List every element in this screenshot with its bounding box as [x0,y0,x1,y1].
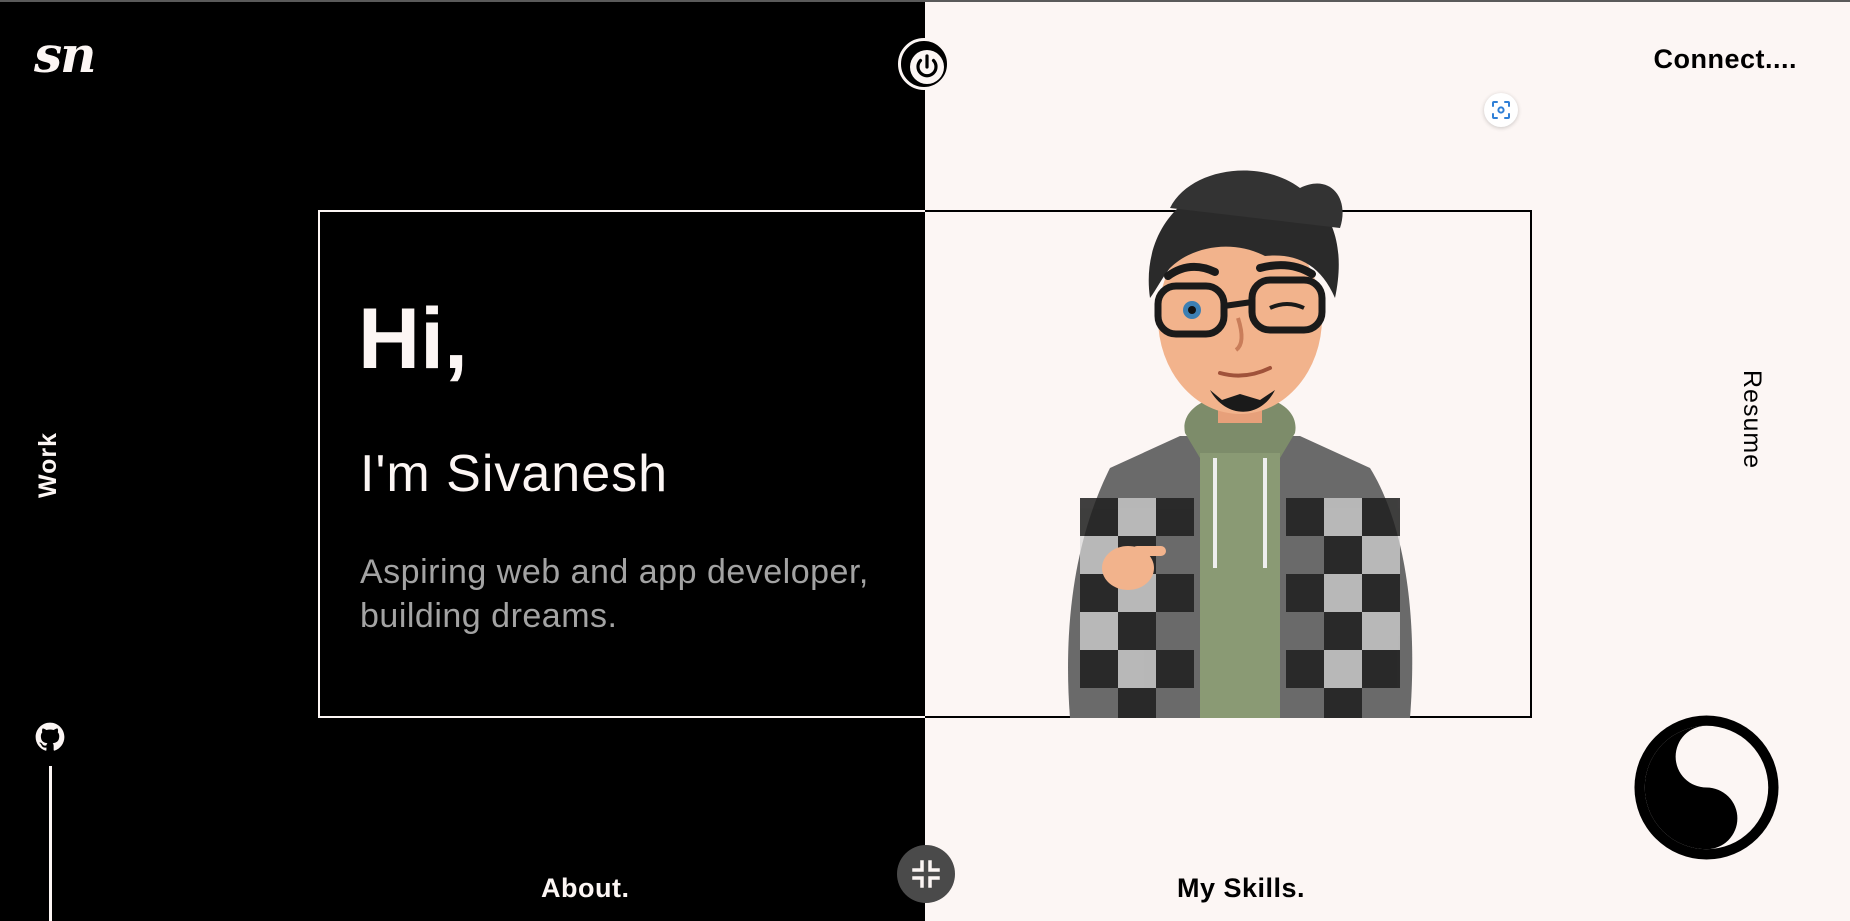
collapse-button[interactable] [897,845,955,903]
hero-greeting: Hi, [358,291,468,387]
resume-link[interactable]: Resume [1737,370,1766,469]
avatar-image [1068,170,1413,718]
power-button[interactable] [898,38,950,90]
work-link[interactable]: Work [34,432,63,498]
scan-icon [1492,101,1510,119]
site-logo[interactable]: sn [34,30,96,80]
hero-name: I'm Sivanesh [360,445,669,503]
collapse-icon [912,860,940,888]
scan-button[interactable] [1484,93,1518,127]
hero-tagline: Aspiring web and app developer, building… [360,553,869,635]
connect-link[interactable]: Connect.... [1653,44,1797,75]
window-top-strip [0,0,1850,2]
yin-yang-icon[interactable] [1633,714,1780,861]
power-icon [910,50,944,84]
about-link[interactable]: About. [541,873,629,904]
github-icon[interactable] [35,722,65,752]
social-divider-line [49,766,52,921]
skills-link[interactable]: My Skills. [1177,873,1305,904]
